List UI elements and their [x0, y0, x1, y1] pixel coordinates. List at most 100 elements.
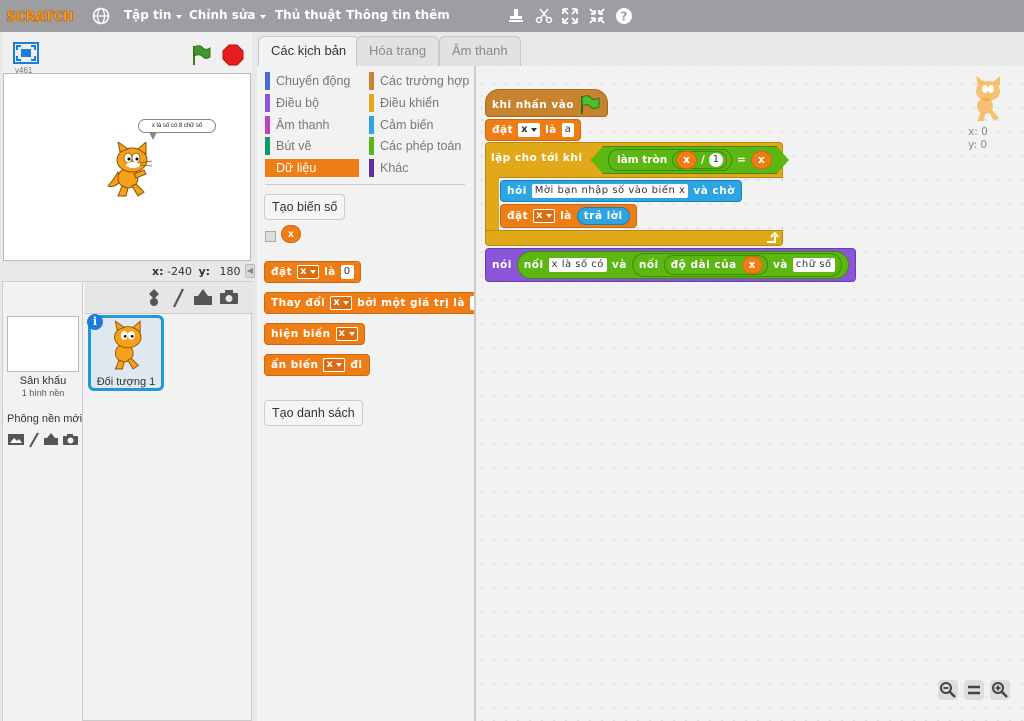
dropdown-value: x	[333, 297, 341, 308]
variable-dropdown[interactable]: x	[518, 123, 541, 137]
stop-sign-icon[interactable]	[222, 44, 244, 66]
category-sensing[interactable]: Cảm biến	[369, 116, 434, 134]
length-operator[interactable]: độ dài của x	[663, 255, 768, 275]
paint-brush-icon[interactable]	[171, 288, 185, 308]
block-text: và	[611, 259, 627, 271]
make-list-button[interactable]: Tạo danh sách	[264, 400, 363, 426]
stage-canvas[interactable]: x là số có 8 chữ số	[3, 73, 251, 261]
tab-sounds[interactable]: Âm thanh	[439, 36, 521, 66]
text-input[interactable]: chữ số	[792, 258, 835, 272]
sprite-library-icon[interactable]	[145, 288, 163, 308]
sprite-thumbnail[interactable]: i Đối tượng 1	[87, 314, 164, 391]
help-icon[interactable]: ?	[614, 6, 634, 26]
variable-reporter-x[interactable]: x	[281, 225, 301, 243]
block-text: =	[737, 154, 746, 166]
block-text: hiện biến	[271, 328, 331, 340]
show-variable-block[interactable]: hiện biến x	[264, 323, 365, 345]
set-variable-block[interactable]: đặt x là 0	[264, 261, 361, 283]
new-sprite-toolbar	[85, 282, 253, 314]
category-more-blocks[interactable]: Khác	[369, 159, 409, 177]
scratch-logo[interactable]: SCRATCH	[6, 4, 74, 28]
zoom-reset-icon[interactable]	[964, 680, 984, 700]
info-icon[interactable]: i	[87, 314, 103, 330]
category-operators[interactable]: Các phép toán	[369, 137, 461, 155]
when-flag-clicked-block[interactable]: khi nhấn vào	[485, 89, 609, 117]
category-data[interactable]: Dữ liệu	[265, 159, 359, 177]
variable-dropdown[interactable]: x	[297, 265, 320, 279]
chevron-down-icon	[348, 332, 355, 336]
category-label: Điều bộ	[276, 96, 320, 110]
text-input[interactable]: x là số có	[548, 258, 607, 272]
chevron-down-icon	[259, 15, 266, 19]
globe-icon[interactable]	[92, 7, 110, 25]
variable-reporter-x[interactable]: x	[676, 151, 697, 169]
fullscreen-icon[interactable]	[13, 42, 39, 64]
category-motion[interactable]: Chuyển động	[265, 72, 350, 90]
upload-icon[interactable]	[193, 288, 213, 306]
paint-brush-icon[interactable]	[28, 432, 40, 448]
hide-variable-block[interactable]: ẩn biến x đi	[264, 354, 370, 376]
speech-bubble: x là số có 8 chữ số	[138, 119, 216, 133]
change-variable-block[interactable]: Thay đổi x bởi một giá trị là	[264, 292, 474, 314]
equals-operator[interactable]: làm tròn x / 1 = x	[591, 146, 789, 174]
variable-dropdown[interactable]: x	[533, 209, 556, 223]
camera-icon[interactable]	[62, 432, 79, 446]
category-pen[interactable]: Bút vẽ	[265, 137, 311, 155]
block-palette: Chuyển động Điều bộ Âm thanh Bút vẽ Dữ l…	[257, 66, 475, 721]
palette-divider	[265, 184, 465, 185]
say-block[interactable]: nói nối x là số có và nối độ dài của x v…	[485, 248, 856, 282]
category-color-bar	[265, 116, 270, 134]
menu-edit[interactable]: Chỉnh sửa	[189, 8, 266, 22]
shrink-icon[interactable]	[587, 6, 607, 26]
tab-costumes[interactable]: Hóa trang	[356, 36, 440, 66]
value-input[interactable]: 0	[340, 265, 354, 279]
variable-dropdown[interactable]: x	[323, 358, 346, 372]
join-operator[interactable]: nối độ dài của x và chữ số	[631, 253, 842, 277]
sprite-x-value: 0	[981, 126, 988, 138]
sprite-y-row: y: 0	[968, 139, 988, 152]
number-input[interactable]: 1	[709, 153, 723, 167]
zoom-in-icon[interactable]	[990, 680, 1010, 700]
block-text: là	[545, 124, 557, 136]
category-sound[interactable]: Âm thanh	[265, 116, 330, 134]
ask-and-wait-block[interactable]: hỏi Mời bạn nhập số vào biến x và chờ	[500, 180, 742, 202]
backdrop-library-icon[interactable]	[7, 432, 25, 446]
category-looks[interactable]: Điều bộ	[265, 94, 319, 112]
variable-reporter-x[interactable]: x	[751, 151, 772, 169]
green-flag-icon[interactable]	[190, 44, 212, 66]
grow-icon[interactable]	[560, 6, 580, 26]
collapse-handle[interactable]: ◀	[245, 264, 255, 278]
value-input[interactable]: a	[561, 123, 575, 137]
join-operator[interactable]: nối x là số có và nối độ dài của x và ch…	[516, 251, 849, 279]
camera-icon[interactable]	[219, 289, 239, 305]
round-operator[interactable]: làm tròn x / 1	[608, 149, 732, 171]
cat-sprite[interactable]	[104, 142, 156, 198]
menu-tips[interactable]: Thủ thuật	[275, 8, 341, 22]
tab-scripts[interactable]: Các kịch bản	[258, 36, 360, 66]
divide-operator[interactable]: x / 1	[672, 151, 727, 169]
set-variable-block[interactable]: đặt x là trả lời	[500, 204, 637, 228]
menu-about[interactable]: Thông tin thêm	[346, 8, 450, 22]
block-text: lặp cho tới khi	[491, 152, 583, 164]
menu-file[interactable]: Tập tin	[124, 8, 182, 22]
variable-checkbox[interactable]	[265, 231, 276, 242]
cut-scissors-icon[interactable]	[534, 6, 554, 26]
block-text: đặt	[507, 210, 529, 222]
question-input[interactable]: Mời bạn nhập số vào biến x	[531, 184, 689, 198]
variable-dropdown[interactable]: x	[330, 296, 353, 310]
zoom-out-icon[interactable]	[938, 680, 958, 700]
upload-icon[interactable]	[43, 432, 59, 446]
set-variable-block[interactable]: đặt x là a	[485, 119, 582, 141]
duplicate-stamp-icon[interactable]	[506, 6, 526, 26]
make-variable-button[interactable]: Tạo biến số	[264, 194, 346, 220]
category-color-bar	[369, 72, 374, 90]
block-text: nối	[638, 259, 659, 271]
stage-thumbnail[interactable]	[7, 316, 79, 372]
stage-thumbnail-panel: Sân khấu 1 hình nền Phông nền mới	[3, 282, 83, 721]
answer-reporter[interactable]: trả lời	[576, 207, 630, 225]
category-events[interactable]: Các trường hợp	[369, 72, 469, 90]
category-control[interactable]: Điều khiển	[369, 94, 439, 112]
variable-dropdown[interactable]: x	[335, 327, 358, 341]
category-color-bar	[369, 116, 374, 134]
variable-reporter-x[interactable]: x	[741, 256, 763, 274]
